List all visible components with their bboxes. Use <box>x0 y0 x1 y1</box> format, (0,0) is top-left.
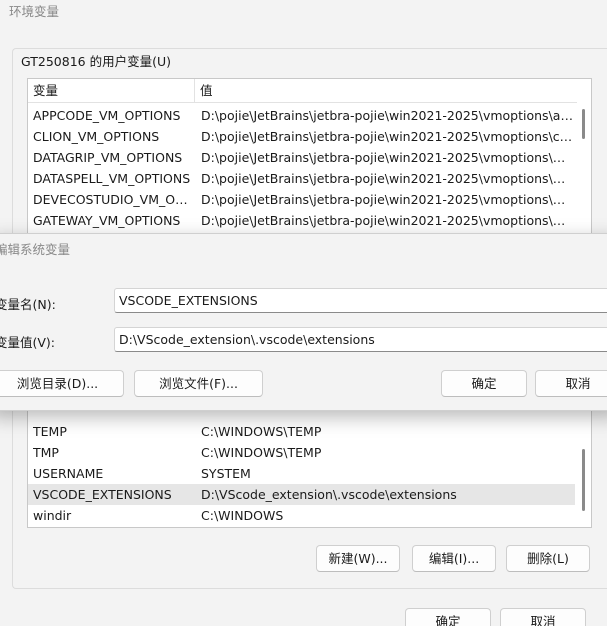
dialog-cancel-button[interactable]: 取消 <box>535 370 607 397</box>
list-header: 变量 值 <box>28 79 577 103</box>
row-variable-name: DATAGRIP_VM_OPTIONS <box>33 150 183 165</box>
row-variable-name: DEVECOSTUDIO_VM_OPT... <box>33 192 193 207</box>
list-row[interactable]: DATASPELL_VM_OPTIONS D:\pojie\JetBrains\… <box>28 168 575 189</box>
list-row-selected[interactable]: VSCODE_EXTENSIONS D:\VScode_extension\.v… <box>28 484 575 505</box>
list-row[interactable]: CLION_VM_OPTIONS D:\pojie\JetBrains\jetb… <box>28 126 575 147</box>
row-variable-value: C:\WINDOWS\TEMP <box>201 424 322 439</box>
list-row[interactable]: TEMP C:\WINDOWS\TEMP <box>28 421 575 442</box>
dialog-ok-button[interactable]: 确定 <box>441 370 527 397</box>
row-variable-name: APPCODE_VM_OPTIONS <box>33 108 181 123</box>
list-row[interactable]: windir C:\WINDOWS <box>28 505 575 526</box>
row-variable-name: windir <box>33 508 72 523</box>
list-row[interactable]: GATEWAY_VM_OPTIONS D:\pojie\JetBrains\je… <box>28 210 575 231</box>
row-variable-name: CLION_VM_OPTIONS <box>33 129 160 144</box>
edit-system-variable-dialog: 编辑系统变量 变量名(N): 变量值(V): 浏览目录(D)... 浏览文件(F… <box>0 233 607 411</box>
variable-name-label: 变量名(N): <box>0 297 56 312</box>
window-titlebar: 环境变量 <box>0 0 607 26</box>
row-variable-value: D:\pojie\JetBrains\jetbra-pojie\win2021-… <box>201 192 573 207</box>
row-variable-name: TEMP <box>33 424 67 439</box>
row-variable-name: VSCODE_EXTENSIONS <box>33 487 172 502</box>
scrollbar-thumb[interactable] <box>582 109 585 139</box>
row-variable-value: C:\WINDOWS\TEMP <box>201 445 322 460</box>
variable-name-input[interactable] <box>114 288 607 313</box>
list-row[interactable]: TMP C:\WINDOWS\TEMP <box>28 442 575 463</box>
list-row[interactable]: DATAGRIP_VM_OPTIONS D:\pojie\JetBrains\j… <box>28 147 575 168</box>
new-variable-button[interactable]: 新建(W)... <box>316 545 400 572</box>
row-variable-name: GATEWAY_VM_OPTIONS <box>33 213 181 228</box>
dialog-title: 编辑系统变量 <box>0 242 71 257</box>
window-title: 环境变量 <box>9 4 60 19</box>
row-variable-value: SYSTEM <box>201 466 251 481</box>
list-row[interactable]: DEVECOSTUDIO_VM_OPT... D:\pojie\JetBrain… <box>28 189 575 210</box>
environment-variables-screen: 环境变量 GT250816 的用户变量(U) 变量 值 APPCODE_VM_O… <box>0 0 607 626</box>
row-variable-value: D:\pojie\JetBrains\jetbra-pojie\win2021-… <box>201 108 573 123</box>
row-variable-name: USERNAME <box>33 466 104 481</box>
edit-variable-button[interactable]: 编辑(I)... <box>412 545 496 572</box>
row-variable-value: D:\pojie\JetBrains\jetbra-pojie\win2021-… <box>201 129 573 144</box>
row-variable-value: D:\pojie\JetBrains\jetbra-pojie\win2021-… <box>201 150 573 165</box>
column-header-value[interactable]: 值 <box>195 79 575 103</box>
row-variable-value: D:\VScode_extension\.vscode\extensions <box>201 487 457 502</box>
row-variable-value: D:\pojie\JetBrains\jetbra-pojie\win2021-… <box>201 171 573 186</box>
row-variable-value: D:\pojie\JetBrains\jetbra-pojie\win2021-… <box>201 213 573 228</box>
ok-button[interactable]: 确定 <box>405 608 491 626</box>
user-variables-group-label: GT250816 的用户变量(U) <box>18 51 174 70</box>
row-variable-name: TMP <box>33 445 59 460</box>
row-variable-value: C:\WINDOWS <box>201 508 284 523</box>
delete-variable-button[interactable]: 删除(L) <box>506 545 590 572</box>
variable-value-label: 变量值(V): <box>0 335 56 350</box>
list-row[interactable]: USERNAME SYSTEM <box>28 463 575 484</box>
row-variable-name: DATASPELL_VM_OPTIONS <box>33 171 191 186</box>
scrollbar-thumb[interactable] <box>582 449 585 511</box>
browse-directory-button[interactable]: 浏览目录(D)... <box>0 370 124 397</box>
variable-value-input[interactable] <box>114 327 607 352</box>
cancel-button[interactable]: 取消 <box>500 608 586 626</box>
list-row[interactable]: APPCODE_VM_OPTIONS D:\pojie\JetBrains\je… <box>28 105 575 126</box>
column-header-variable[interactable]: 变量 <box>28 79 195 103</box>
browse-file-button[interactable]: 浏览文件(F)... <box>134 370 263 397</box>
